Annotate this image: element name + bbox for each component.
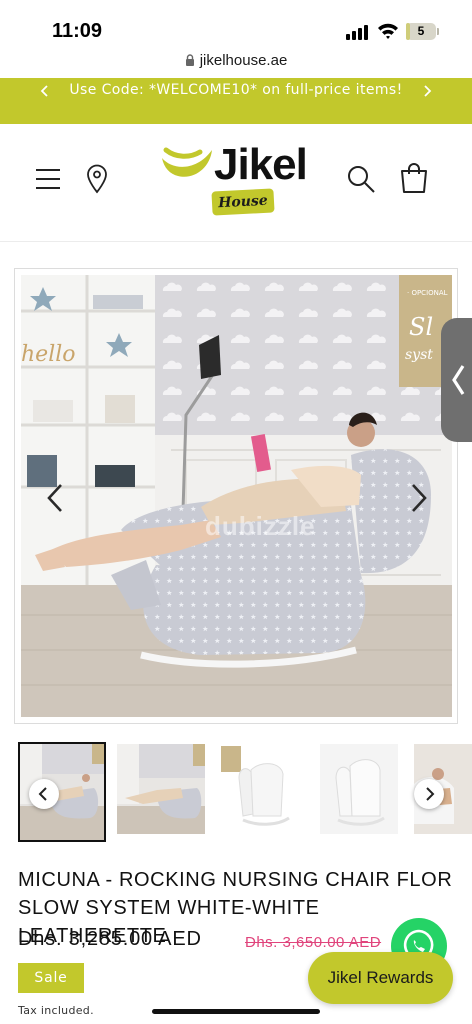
svg-text:syst: syst xyxy=(405,347,433,363)
battery-tip xyxy=(437,28,439,35)
location-pin-icon[interactable] xyxy=(86,164,108,194)
svg-text:Sl: Sl xyxy=(409,313,433,341)
side-drawer-tab[interactable] xyxy=(441,318,472,442)
site-header: Jikel House xyxy=(0,124,472,242)
battery-icon: 5 xyxy=(406,23,436,40)
logo-tagline: House xyxy=(211,188,275,216)
tax-note: Tax included. xyxy=(18,1004,94,1017)
home-indicator xyxy=(152,1009,320,1014)
announcement-text: Use Code: *WELCOME10* on full-price item… xyxy=(69,82,403,98)
chevron-left-icon xyxy=(452,365,465,395)
site-logo[interactable]: Jikel House xyxy=(160,140,312,220)
product-price: Dhs. 3,285.00 AED xyxy=(18,928,202,950)
search-icon[interactable] xyxy=(346,164,376,194)
gallery-prev-icon[interactable] xyxy=(41,481,71,515)
thumbnail-strip xyxy=(0,742,472,842)
signal-icon xyxy=(346,24,370,40)
shopping-bag-icon[interactable] xyxy=(399,162,429,194)
product-photo[interactable]: hello · OPCIONAL Sl syst dubizzle xyxy=(21,275,452,717)
address-bar[interactable]: jikelhouse.ae xyxy=(0,50,472,72)
sale-badge: Sale xyxy=(18,963,84,993)
logo-word: Jikel xyxy=(214,140,308,189)
thumbnail-2-image xyxy=(117,744,205,834)
rewards-button[interactable]: Jikel Rewards xyxy=(308,952,453,1004)
thumbnail-4-image xyxy=(320,744,398,834)
thumbnail-3[interactable] xyxy=(217,744,305,834)
logo-smile-icon xyxy=(162,147,212,177)
thumbnail-next-button[interactable] xyxy=(414,779,444,809)
status-time: 11:09 xyxy=(52,20,103,42)
status-bar: 11:09 5 xyxy=(0,0,472,46)
thumbnail-prev-button[interactable] xyxy=(29,779,59,809)
hamburger-menu-icon[interactable] xyxy=(35,166,61,192)
product-gallery: hello · OPCIONAL Sl syst dubizzle xyxy=(14,268,458,724)
thumbnail-3-image xyxy=(217,744,305,834)
wifi-icon xyxy=(378,23,398,39)
dubizzle-watermark: dubizzle xyxy=(205,511,316,541)
announcement-next-icon[interactable] xyxy=(415,82,439,100)
product-photo-illustration: hello · OPCIONAL Sl syst xyxy=(21,275,452,717)
announcement-bar: Use Code: *WELCOME10* on full-price item… xyxy=(0,78,472,124)
lock-icon xyxy=(185,53,194,66)
thumbnail-2[interactable] xyxy=(117,744,205,834)
thumbnail-4[interactable] xyxy=(320,744,398,834)
url-text: jikelhouse.ae xyxy=(199,52,288,69)
chevron-left-icon xyxy=(38,787,47,801)
announcement-prev-icon[interactable] xyxy=(33,82,57,100)
battery-label: 5 xyxy=(417,24,425,38)
svg-text:· OPCIONAL: · OPCIONAL xyxy=(407,289,448,297)
gallery-next-icon[interactable] xyxy=(403,481,433,515)
compare-at-price: Dhs. 3,650.00 AED xyxy=(245,934,382,951)
svg-text:hello: hello xyxy=(21,342,76,367)
chevron-right-icon xyxy=(426,787,435,801)
